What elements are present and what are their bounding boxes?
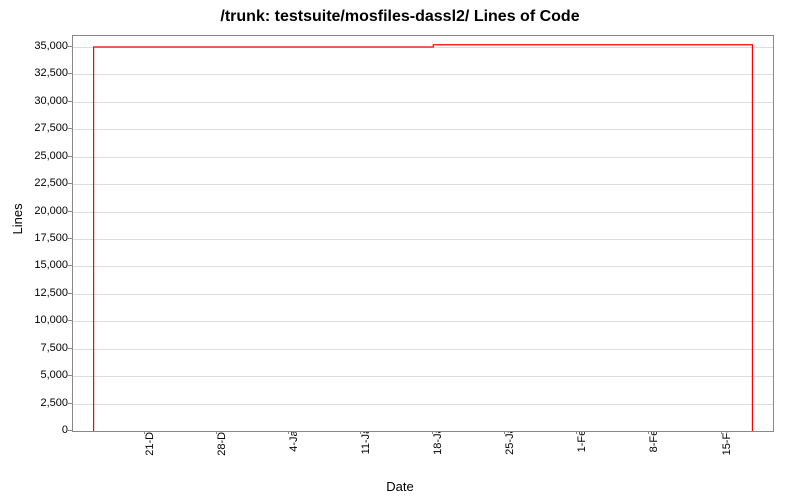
x-axis-label: Date [0, 479, 800, 494]
y-axis-label: Lines [10, 203, 25, 234]
plot-area [72, 35, 774, 432]
y-tick-label: 12,500 [34, 287, 68, 299]
y-tick-label: 17,500 [34, 232, 68, 244]
y-tick-label: 15,000 [34, 259, 68, 271]
y-tick-label: 5,000 [40, 369, 68, 381]
data-line [73, 36, 773, 431]
chart-container: /trunk: testsuite/mosfiles-dassl2/ Lines… [0, 0, 800, 500]
y-tick-label: 7,500 [40, 342, 68, 354]
y-tick-label: 22,500 [34, 177, 68, 189]
y-tick-label: 30,000 [34, 95, 68, 107]
y-tick-label: 20,000 [34, 205, 68, 217]
y-tick-label: 25,000 [34, 150, 68, 162]
series-line [94, 45, 753, 431]
y-tick-label: 35,000 [34, 40, 68, 52]
y-tick-label: 27,500 [34, 122, 68, 134]
y-tick-label: 10,000 [34, 314, 68, 326]
y-tick-label: 2,500 [40, 397, 68, 409]
y-tick-label: 32,500 [34, 67, 68, 79]
chart-title: /trunk: testsuite/mosfiles-dassl2/ Lines… [0, 8, 800, 26]
